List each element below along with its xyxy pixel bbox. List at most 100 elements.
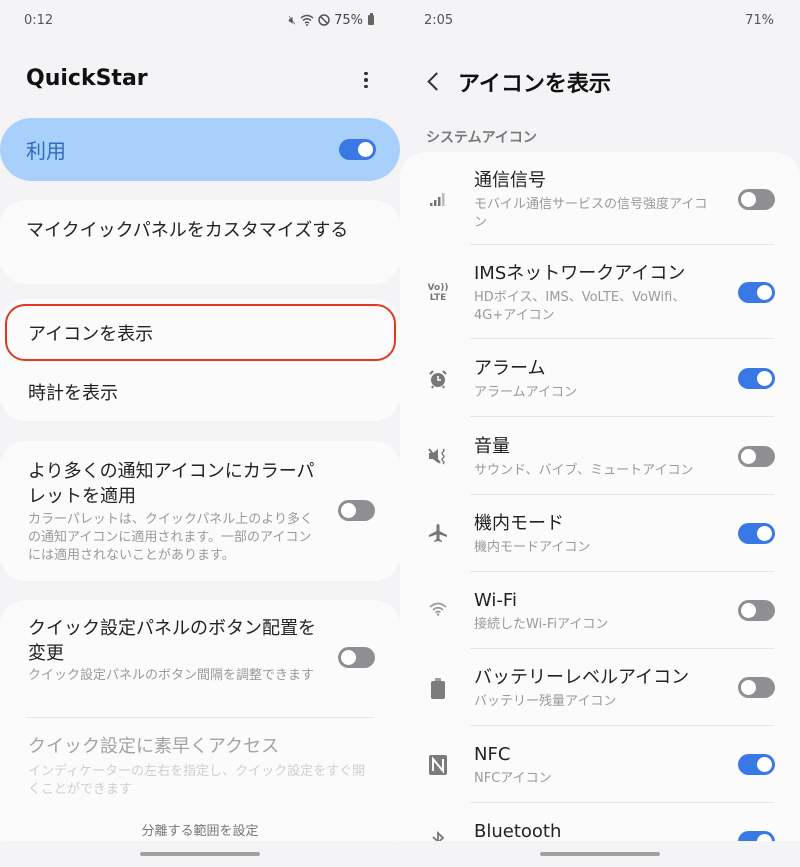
item-title: IMSネットワークアイコン (474, 263, 686, 284)
item-title: Wi-Fi (474, 590, 517, 611)
divider (470, 571, 774, 572)
divider (470, 416, 774, 417)
color-palette-title: より多くの通知アイコンにカラーパレットを適用 (28, 461, 315, 507)
button-layout-toggle[interactable] (338, 647, 375, 668)
item-subtitle: サウンド、バイブ、ミュートアイコン (474, 463, 694, 478)
signal-toggle[interactable] (738, 189, 775, 210)
color-palette-description: カラーパレットは、クイックパネル上のより多くの通知アイコンに適用されます。一部の… (28, 512, 313, 563)
item-title: NFC (474, 744, 511, 765)
airplane-icon (424, 519, 452, 547)
status-bar: 2:05 71% (424, 10, 774, 30)
airplane-toggle[interactable] (738, 523, 775, 544)
toggle-knob (741, 680, 756, 695)
quick-access-title[interactable]: クイック設定に素早くアクセス (28, 734, 279, 759)
divider (470, 494, 774, 495)
item-title: アラーム (474, 358, 546, 379)
divider (470, 725, 774, 726)
volte-icon-bottom: LTE (429, 293, 447, 303)
signal-strength-icon (424, 185, 452, 213)
item-subtitle: バッテリー残量アイコン (474, 694, 617, 709)
quick-settings-card: クイック設定パネルのボタン配置を変更 クイック設定パネルのボタン間隔を調整できま… (0, 600, 400, 860)
navigation-bar (0, 841, 400, 867)
master-switch-label: 利用 (26, 139, 66, 163)
set-range-link[interactable]: 分離する範囲を設定 (0, 820, 400, 839)
status-time: 0:12 (24, 12, 54, 28)
navigation-bar (400, 841, 800, 867)
item-title: バッテリーレベルアイコン (474, 667, 690, 688)
wifi-toggle[interactable] (738, 600, 775, 621)
toggle-knob (741, 449, 756, 464)
customize-panel-label: マイクイックパネルをカスタマイズする (26, 220, 349, 241)
page-title: アイコンを表示 (458, 72, 611, 97)
toggle-knob (358, 142, 373, 157)
toggle-knob (741, 603, 756, 618)
volte-icon: Vo)) LTE (424, 279, 452, 307)
divider (470, 802, 774, 803)
item-title: 音量 (474, 436, 510, 457)
color-palette-row[interactable]: より多くの通知アイコンにカラーパレットを適用 カラーパレットは、クイックパネル上… (0, 441, 400, 581)
master-toggle[interactable] (339, 139, 376, 160)
section-header: システムアイコン (426, 130, 537, 146)
battery-toggle[interactable] (738, 677, 775, 698)
toggle-knob (757, 526, 772, 541)
home-gesture-handle[interactable] (140, 852, 260, 856)
color-palette-toggle[interactable] (338, 500, 375, 521)
battery-icon (368, 13, 374, 25)
battery-percent: 75% (334, 12, 363, 28)
system-icons-list: 通信信号 モバイル通信サービスの信号強度アイコン Vo)) LTE IMSネット… (400, 152, 800, 867)
battery-icon (424, 676, 452, 704)
item-subtitle: モバイル通信サービスの信号強度アイコン (474, 197, 708, 230)
battery-percent: 71% (745, 12, 774, 28)
alarm-icon (424, 365, 452, 393)
item-subtitle: アラームアイコン (474, 385, 577, 400)
more-options-button[interactable] (356, 68, 376, 92)
app-title: QuickStar (26, 66, 148, 91)
do-not-disturb-icon (318, 14, 330, 26)
mute-vibrate-icon: 🔇︎ (288, 12, 297, 27)
master-switch-row[interactable]: 利用 (0, 118, 400, 181)
battery-shape (431, 678, 445, 699)
toggle-knob (341, 503, 356, 518)
more-vert-icon-dot (364, 78, 368, 82)
volume-toggle[interactable] (738, 446, 775, 467)
menu-item-show-icons[interactable]: アイコンを表示 (28, 320, 153, 346)
alarm-toggle[interactable] (738, 368, 775, 389)
item-title: 通信信号 (474, 170, 546, 191)
wifi-icon (300, 14, 314, 26)
volume-mute-vibrate-icon (424, 442, 452, 470)
toggle-knob (757, 371, 772, 386)
status-icons: 🔇︎ 75% (289, 13, 374, 28)
display-menu-card: アイコンを表示 時計を表示 (0, 299, 400, 421)
more-vert-icon-dot (364, 84, 368, 89)
item-subtitle: 接続したWi-Fiアイコン (474, 617, 609, 632)
item-title: 機内モード (474, 513, 564, 534)
divider (470, 648, 774, 649)
ims-toggle[interactable] (738, 282, 775, 303)
toggle-knob (741, 192, 756, 207)
toggle-knob (757, 757, 772, 772)
nfc-icon (424, 751, 452, 779)
status-bar: 0:12 🔇︎ 75% (24, 10, 374, 30)
button-layout-description: クイック設定パネルのボタン間隔を調整できます (28, 668, 315, 683)
show-icons-screen: 2:05 71% アイコンを表示 システムアイコン 通信信号 モバイル通信サービ… (400, 0, 800, 867)
more-vert-icon (364, 71, 368, 76)
status-time: 2:05 (424, 12, 454, 28)
nfc-toggle[interactable] (738, 754, 775, 775)
item-subtitle: NFCアイコン (474, 771, 552, 786)
button-layout-title[interactable]: クイック設定パネルのボタン配置を変更 (28, 616, 318, 666)
customize-panel-item[interactable]: マイクイックパネルをカスタマイズする (0, 200, 400, 284)
wifi-icon (424, 595, 452, 623)
item-subtitle: HDボイス、IMS、VoLTE、VoWifi、4G+アイコン (474, 290, 686, 323)
menu-item-show-clock[interactable]: 時計を表示 (28, 379, 118, 405)
quick-access-description: インディケーターの左右を指定し、クイック設定をすぐ開くことができます (28, 764, 366, 797)
toggle-knob (757, 285, 772, 300)
item-subtitle: 機内モードアイコン (474, 540, 591, 555)
divider (470, 338, 774, 339)
quickstar-screen: 0:12 🔇︎ 75% QuickStar 利用 マイクイックパネルをカスタマイ… (0, 0, 400, 867)
toggle-knob (341, 650, 356, 665)
home-gesture-handle[interactable] (540, 852, 660, 856)
volte-icon-top: Vo)) (427, 283, 449, 293)
divider (26, 717, 374, 718)
divider (470, 244, 774, 245)
back-button[interactable] (424, 68, 444, 94)
